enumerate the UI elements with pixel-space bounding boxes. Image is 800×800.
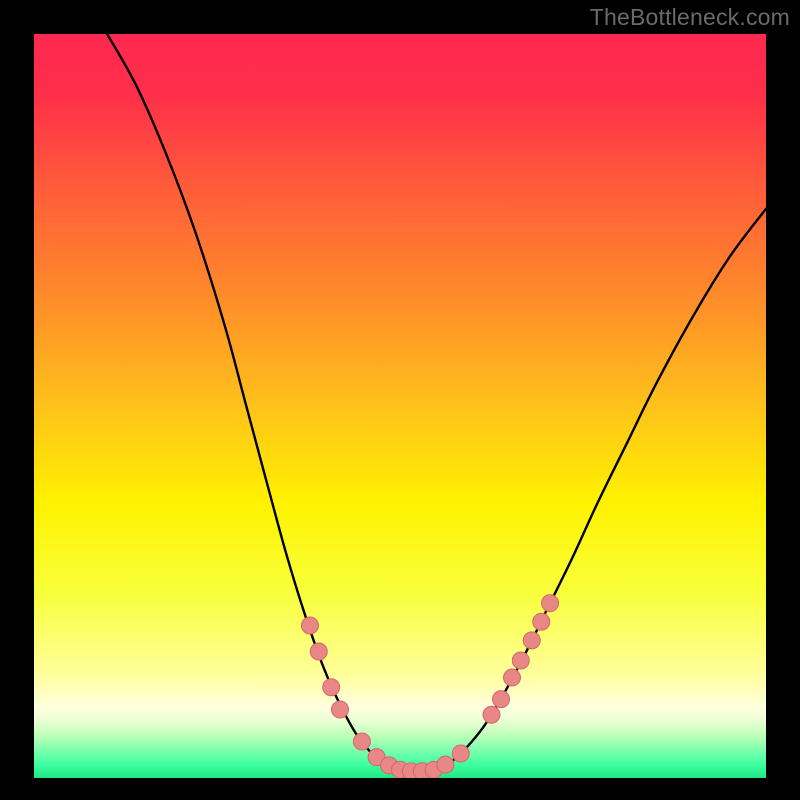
marker-dot: [483, 706, 500, 723]
plot-area: [34, 34, 766, 778]
marker-dot: [533, 613, 550, 630]
marker-dot: [512, 652, 529, 669]
watermark-text: TheBottleneck.com: [590, 4, 790, 31]
chart-svg: [34, 34, 766, 778]
marker-dot: [310, 643, 327, 660]
marker-dot: [542, 595, 559, 612]
chart-container: TheBottleneck.com: [0, 0, 800, 800]
marker-dot: [353, 733, 370, 750]
marker-dot: [323, 679, 340, 696]
marker-dot: [331, 701, 348, 718]
gradient-background: [34, 34, 766, 778]
marker-dot: [523, 632, 540, 649]
marker-dot: [504, 669, 521, 686]
marker-dot: [452, 745, 469, 762]
marker-dot: [301, 617, 318, 634]
marker-dot: [437, 756, 454, 773]
marker-dot: [493, 691, 510, 708]
